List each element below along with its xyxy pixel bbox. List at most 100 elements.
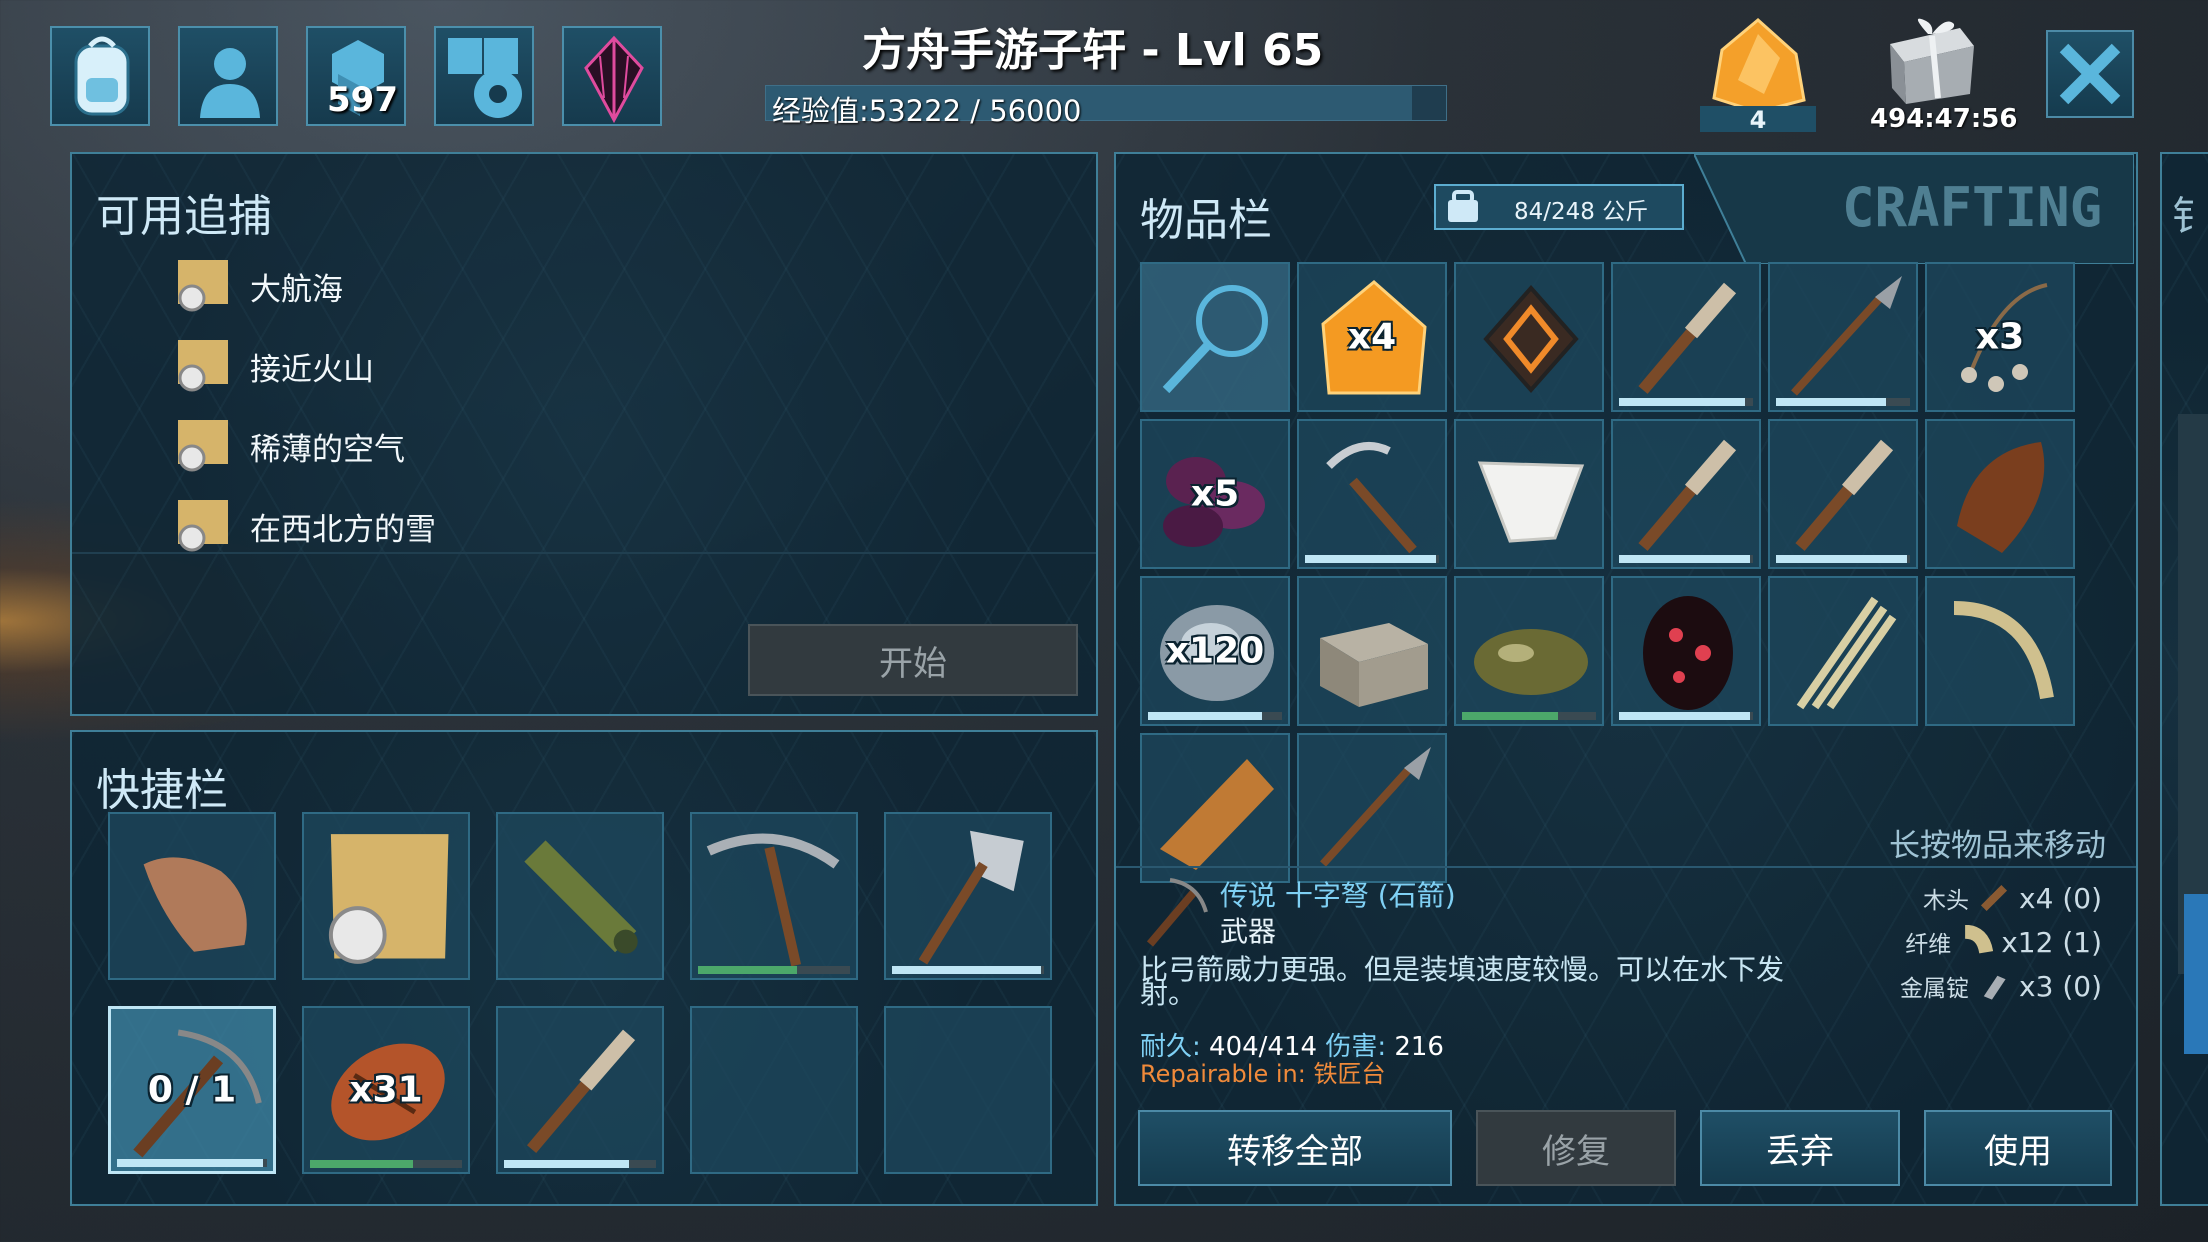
hide-icon [1957,442,2045,553]
item-quantity: x3 [1975,316,2025,358]
wood-icon [1981,884,2008,912]
crystal-button[interactable] [562,26,662,126]
repair-button[interactable]: 修复 [1476,1110,1676,1186]
item-quantity: x31 [349,1069,423,1111]
pickaxe-icon [706,833,840,967]
item-slot[interactable] [884,812,1052,980]
engram-button[interactable]: 597 [306,26,406,126]
item-slot[interactable] [1925,576,2075,726]
item-slot[interactable] [496,1006,664,1174]
right-tab-label: 钅 [2172,194,2208,240]
item-category: 武器 [1220,915,1277,948]
item-slot[interactable] [1611,262,1761,412]
player-button[interactable] [178,26,278,126]
spear-icon [1320,747,1431,867]
item-slot[interactable] [1297,419,1447,569]
right-side-panel[interactable]: 钅 [2160,152,2208,1206]
xp-bar: 经验值:53222 / 56000 [765,85,1447,128]
treasure-map-icon [178,260,228,312]
item-slot[interactable] [1611,576,1761,726]
inventory-panel: 物品栏 84/248 公斤 CRAFTING x4 x3 x5 x120 长按物品来移… [1114,152,2138,1206]
item-slot[interactable] [1454,576,1604,726]
start-hunt-button[interactable]: 开始 [748,624,1078,696]
hunts-panel: 可用追捕 大航海接近火山稀薄的空气在西北方的雪驯服：似鸡龙 开始 [70,152,1098,716]
torch-icon [1638,439,1737,551]
item-slot[interactable] [1611,419,1761,569]
repairable-label: Repairable in: [1140,1060,1306,1088]
durability-bar [310,1160,462,1168]
requirement-row: 木头 x4 (0) [1923,880,2102,916]
item-slot[interactable]: x31 [302,1006,470,1174]
item-slot[interactable] [1454,419,1604,569]
item-slot[interactable] [1925,419,2075,569]
treasure-map-icon [178,420,228,472]
empty-slot[interactable] [884,1006,1052,1174]
gift-button[interactable]: 494:47:56 [1870,14,2017,134]
drop-button[interactable]: 丢弃 [1700,1110,1900,1186]
hunts-title: 可用追捕 [96,191,272,242]
durability-bar [504,1160,656,1168]
item-slot[interactable] [1768,576,1918,726]
requirement-amount: x4 (0) [2019,881,2102,915]
bowl-icon [1477,461,1585,543]
empty-slot[interactable] [690,1006,858,1174]
requirement-row: 纤维 x12 (1) [1905,924,2102,960]
item-slot[interactable]: 0 / 1 [108,1006,276,1174]
durability-bar [117,1159,267,1167]
spyglass-icon [524,840,638,954]
torch-icon [1638,282,1737,394]
item-quantity: x4 [1347,316,1397,358]
feces-icon [1474,629,1588,695]
hunt-item-label: 在西北方的雪 [250,512,436,548]
item-slot[interactable]: x4 [1297,262,1447,412]
flint-icon [1160,759,1274,870]
player-icon [200,48,260,118]
item-quantity: x120 [1165,630,1265,672]
resource-button[interactable]: 4 [1700,14,1816,134]
weight-icon [1448,190,1478,222]
backpack-button[interactable] [50,26,150,126]
fiber-icon [1953,601,2054,700]
crafting-tab[interactable]: CRAFTING [1842,176,2102,239]
map-icon [328,834,449,964]
treasure-map-icon [178,340,228,392]
item-slot[interactable] [1768,262,1918,412]
torch-icon [1795,439,1894,551]
item-slot[interactable] [108,812,276,980]
weight-text: 84/248 公斤 [1514,199,1649,225]
hand-icon [143,857,247,952]
use-button[interactable]: 使用 [1924,1110,2112,1186]
damage-value: 216 [1394,1032,1444,1062]
egg-icon [1643,596,1733,710]
item-slot[interactable] [1454,262,1604,412]
item-slot[interactable] [1297,576,1447,726]
item-slot[interactable] [496,812,664,980]
settings-icon [448,38,522,118]
hunt-item-label: 大航海 [250,272,343,308]
item-slot[interactable] [1297,733,1447,883]
amber-resource-icon [1712,18,1806,114]
element-icon [1483,284,1579,394]
item-slot[interactable] [1768,419,1918,569]
item-slot[interactable]: x5 [1140,419,1290,569]
repairable-station: 铁匠台 [1313,1060,1386,1088]
item-slot[interactable] [690,812,858,980]
close-button[interactable] [2046,30,2134,118]
xp-text: 经验值:53222 / 56000 [772,94,1082,128]
item-slot[interactable]: x3 [1925,262,2075,412]
item-quantity: x5 [1190,473,1240,515]
transfer-all-button[interactable]: 转移全部 [1138,1110,1452,1186]
sickle-icon [1326,442,1417,554]
hunts-list[interactable]: 大航海接近火山稀薄的空气在西北方的雪驯服：似鸡龙 [72,254,1096,554]
settings-button[interactable] [434,26,534,126]
item-slot[interactable]: x120 [1140,576,1290,726]
weight-display: 84/248 公斤 [1434,184,1684,230]
item-slot[interactable] [1140,733,1290,883]
durability-bar [892,966,1044,974]
requirement-name: 木头 [1923,888,1970,914]
durability-bar [1462,712,1596,720]
item-slot[interactable] [302,812,470,980]
item-description-line2: 射。 [1140,977,1197,1010]
fiber-icon [1964,925,1994,954]
item-slot[interactable] [1140,262,1290,412]
